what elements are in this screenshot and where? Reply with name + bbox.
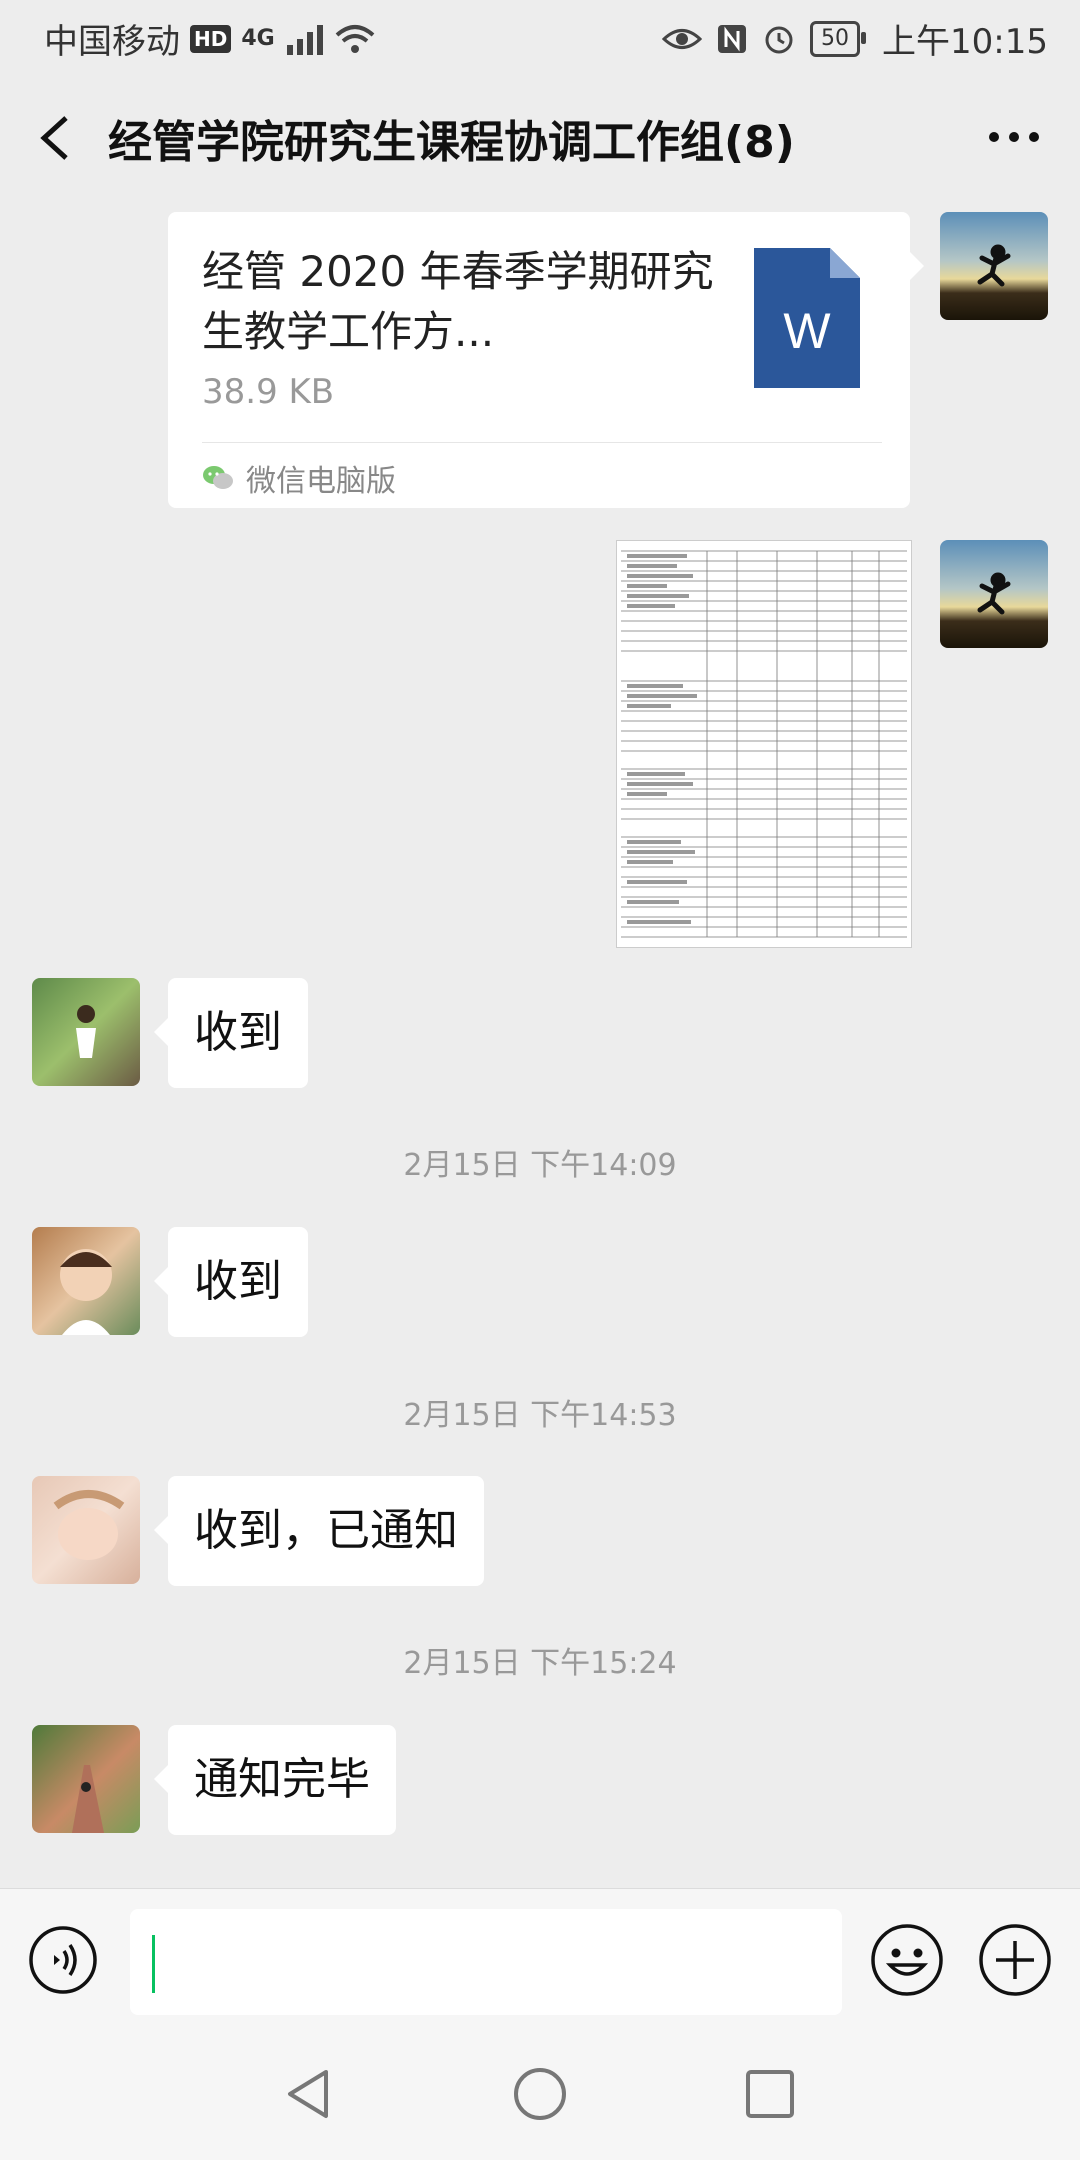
timestamp: 2月15日 下午15:24 — [403, 1646, 677, 1681]
battery-level: 50 — [810, 20, 867, 57]
table-screenshot-thumbnail — [621, 550, 907, 938]
member-avatar[interactable] — [32, 978, 140, 1086]
carrier-label: 中国移动 — [44, 22, 180, 62]
file-divider — [202, 442, 882, 443]
chat-title: 经管学院研究生课程协调工作组(8) — [108, 117, 795, 168]
nav-recents-icon[interactable] — [740, 2064, 800, 2124]
chat-header: 经管学院研究生课程协调工作组(8) — [0, 72, 1080, 204]
file-name: 经管 2020 年春季学期研究生教学工作方... — [202, 247, 714, 356]
path-photo-icon — [72, 1765, 104, 1833]
my-avatar[interactable] — [940, 212, 1048, 320]
status-bar: 中国移动 HD 4G 50 上午10:15 — [0, 0, 1080, 72]
message-bubble[interactable]: 收到 — [154, 978, 308, 1088]
jumping-figure-icon — [977, 572, 1011, 615]
plus-icon[interactable] — [978, 1923, 1052, 1997]
clock: 上午10:15 — [882, 22, 1048, 62]
signal-icon — [286, 24, 323, 55]
jumping-figure-icon — [977, 244, 1011, 287]
person-photo-icon — [76, 1005, 96, 1058]
word-icon-letter: W — [783, 303, 831, 359]
status-right: 50 上午10:15 — [662, 14, 1048, 63]
more-options-icon[interactable] — [984, 112, 1044, 162]
timestamp: 2月15日 下午14:09 — [403, 1148, 677, 1183]
message-input[interactable] — [130, 1909, 842, 2015]
my-avatar[interactable] — [940, 540, 1048, 648]
back-arrow-icon[interactable] — [36, 114, 76, 162]
member-avatar[interactable] — [32, 1476, 140, 1584]
status-left: 中国移动 HD 4G — [44, 14, 375, 63]
eye-icon — [662, 28, 703, 49]
word-document-icon: W — [754, 248, 860, 388]
nfc-icon — [718, 24, 747, 53]
timestamp: 2月15日 下午14:53 — [403, 1398, 677, 1433]
hd-badge: HD — [190, 24, 232, 53]
message-bubble[interactable]: 收到 — [154, 1227, 308, 1337]
file-source: 微信电脑版 — [202, 456, 396, 500]
child-photo-icon — [60, 1249, 112, 1335]
member-avatar[interactable] — [32, 1725, 140, 1833]
emoji-icon[interactable] — [870, 1923, 944, 1997]
nav-back-icon[interactable] — [278, 2064, 338, 2124]
wechat-icon — [203, 466, 233, 489]
nav-home-icon[interactable] — [510, 2064, 570, 2124]
wifi-icon — [335, 24, 375, 53]
text-cursor — [152, 1935, 155, 1993]
alarm-icon — [765, 26, 793, 53]
file-message[interactable]: 经管 2020 年春季学期研究生教学工作方... 38.9 KB W 微信电脑版 — [168, 212, 924, 508]
member-avatar[interactable] — [32, 1227, 140, 1335]
network-type: 4G — [241, 26, 275, 51]
file-size: 38.9 KB — [202, 372, 335, 412]
baby-photo-icon — [53, 1490, 125, 1560]
system-nav-bar — [0, 2030, 1080, 2160]
message-bubble[interactable]: 通知完毕 — [154, 1725, 396, 1835]
message-bubble[interactable]: 收到，已通知 — [154, 1476, 484, 1586]
file-source-label: 微信电脑版 — [246, 464, 396, 499]
voice-input-icon[interactable] — [28, 1925, 98, 1995]
image-message[interactable] — [616, 540, 912, 948]
input-bar — [0, 1888, 1080, 2031]
